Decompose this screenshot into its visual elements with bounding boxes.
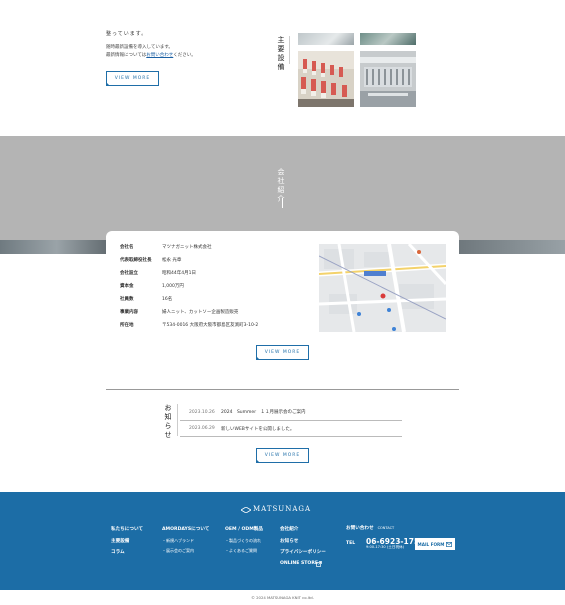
info-value: 婦人ニット、カットソー企画製造販売 [162,310,239,315]
company-title: 会社紹介 [277,168,285,204]
equipment-photo-2 [360,33,416,45]
info-key: 所在地 [120,323,134,328]
equipment-photo-1 [298,33,354,45]
footer-sublink[interactable]: ・新規ハブランド [162,538,194,544]
mail-icon [446,541,453,547]
footer-link[interactable]: 主要設備 [111,538,129,544]
footer-link[interactable]: コラム [111,549,125,555]
info-value: 16名 [162,297,173,302]
info-key: 資本金 [120,284,134,289]
logo-mark-icon [241,507,251,513]
equipment-line-2-text: 最新情報については [106,53,147,58]
info-row: 会社名 マツナガニット株式会社 [120,244,212,250]
equipment-line-2-suffix: ください。 [173,53,196,58]
info-key: 会社名 [120,245,134,250]
company-view-more-button[interactable]: VIEW MORE [256,345,309,360]
info-value: 松永 光章 [162,258,182,263]
contact-heading: お問い合わせ CONTACT [346,525,394,531]
info-row: 事業内容 婦人ニット、カットソー企画製造販売 [120,309,238,315]
equipment-text: 随時最新設備を導入しています。 最新情報についてはお問い合わせください。 [106,44,196,60]
equipment-line-2: 最新情報についてはお問い合わせください。 [106,52,196,60]
footer-link[interactable]: お知らせ [280,538,298,544]
news-view-more-button[interactable]: VIEW MORE [256,448,309,463]
equipment-photo-4 [360,51,416,107]
info-value: マツナガニット株式会社 [162,245,212,250]
external-link-icon [316,561,322,567]
equipment-section: 整っています。 随時最新設備を導入しています。 最新情報についてはお問い合わせく… [0,0,565,136]
info-value: 1,000万円 [162,284,184,289]
footer-link[interactable]: 私たちについて [111,526,143,532]
mail-form-label: MAIL FORM [417,541,445,547]
news-title: お知らせ [164,404,172,440]
equipment-heading: 整っています。 [106,31,148,37]
equipment-title: 主要設備 [277,36,285,72]
info-key: 社員数 [120,297,134,302]
contact-link[interactable]: お問い合わせ [146,53,173,58]
equipment-view-more-button[interactable]: VIEW MORE [106,71,159,86]
info-value: 昭和44年4月1日 [162,271,196,276]
footer-sublink[interactable]: ・よくあるご質問 [225,548,257,554]
info-value: 〒534-0016 大阪府大阪市都島区友渕町3-10-2 [162,323,259,328]
info-row: 資本金 1,000万円 [120,283,184,289]
company-map[interactable] [319,244,446,332]
footer-link[interactable]: プライバシーポリシー [280,549,326,555]
news-text[interactable]: 新しいWEBサイトを公開しました。 [221,426,294,432]
mail-form-button[interactable]: MAIL FORM [415,538,455,550]
info-row: 会社設立 昭和44年4月1日 [120,270,196,276]
footer-link[interactable]: AMORDAYSについて [162,526,209,532]
company-card: 会社名 マツナガニット株式会社 代表取締役社長 松永 光章 会社設立 昭和44年4月1… [106,231,459,379]
news-date: 2023.06.29 [189,426,215,431]
title-rule [289,36,290,64]
contact-sub: CONTACT [377,526,395,530]
thread-cones-image [298,51,354,107]
footer-sublink[interactable]: ・展示会のご案内 [162,548,194,554]
contact-heading-text: お問い合わせ [346,526,374,531]
equipment-photo-3 [298,51,354,107]
info-row: 代表取締役社長 松永 光章 [120,257,181,263]
info-row: 社員数 16名 [120,296,172,302]
company-title-rule [282,198,283,208]
info-key: 会社設立 [120,271,138,276]
info-key: 事業内容 [120,310,138,315]
footer-logo[interactable]: MATSUNAGA [253,505,311,513]
info-row: 所在地 〒534-0016 大阪府大阪市都島区友渕町3-10-2 [120,322,258,328]
news-title-rule [177,404,178,436]
section-divider [106,389,459,390]
footer-link[interactable]: 会社紹介 [280,526,298,532]
news-text[interactable]: 2024 Summer １１月展示会のご案内 [221,409,306,415]
business-hours: 9:00-17:30 (土日祝休) [366,545,405,549]
footer-link[interactable]: OEM / ODM製品 [225,526,263,532]
news-item[interactable]: 2023.10.26 2024 Summer １１月展示会のご案内 [180,404,402,420]
copyright: © 2024 MATSUNAGA KNIT co.ltd. [0,590,565,605]
tel-label: TEL [346,541,356,546]
footer-link[interactable]: ONLINE STORE [280,561,318,566]
news-item[interactable]: 2023.06.29 新しいWEBサイトを公開しました。 [180,421,402,437]
info-key: 代表取締役社長 [120,258,152,263]
knitting-machine-image [360,51,416,107]
footer-sublink[interactable]: ・製品づくりの流れ [225,538,261,544]
map-image [319,244,446,332]
equipment-line-1: 随時最新設備を導入しています。 [106,45,173,50]
news-date: 2023.10.26 [189,409,215,415]
